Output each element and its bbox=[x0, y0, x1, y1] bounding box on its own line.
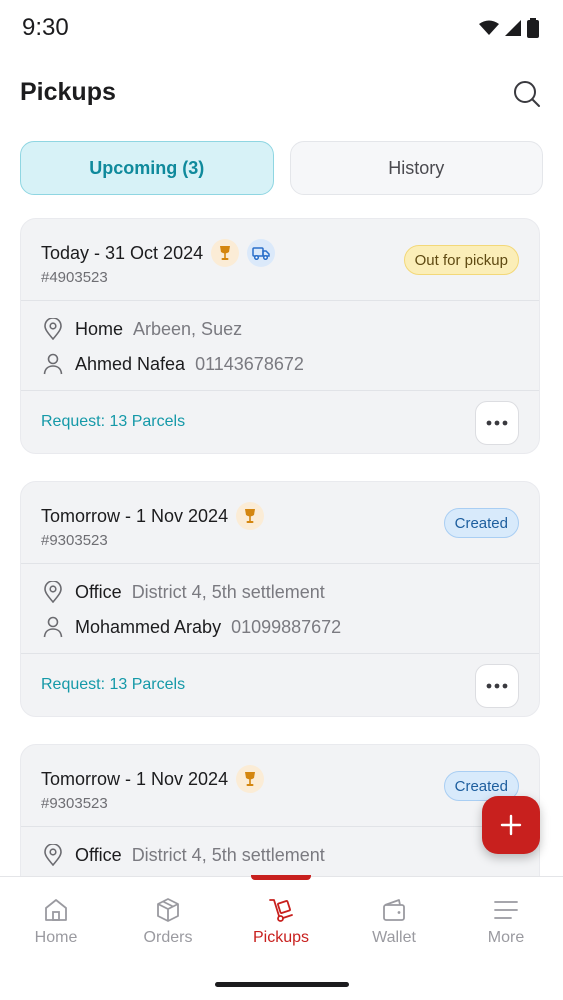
location-pin-icon bbox=[41, 317, 65, 341]
more-options-button[interactable] bbox=[475, 664, 519, 708]
request-link[interactable]: Request: 13 Parcels bbox=[41, 413, 185, 431]
pickup-card[interactable]: Today - 31 Oct 2024 #4903523 Out for pic… bbox=[20, 218, 540, 454]
location-type: Home bbox=[75, 318, 124, 339]
ellipsis-icon bbox=[486, 420, 508, 426]
contact-row: Ahmed Nafea 01143678672 bbox=[41, 352, 304, 376]
box-icon bbox=[157, 898, 179, 922]
address-text: District 4, 5th settlement bbox=[131, 844, 325, 865]
tab-upcoming[interactable]: Upcoming (3) bbox=[20, 141, 274, 195]
tab-history[interactable]: History bbox=[289, 141, 543, 195]
fragile-icon bbox=[236, 502, 265, 530]
nav-label: Wallet bbox=[372, 929, 416, 946]
phone-number[interactable]: 01099887672 bbox=[231, 617, 341, 638]
nav-wallet[interactable]: Wallet bbox=[338, 897, 450, 947]
address-row: Home Arbeen, Suez bbox=[41, 317, 242, 341]
card-footer: Request: 13 Parcels bbox=[21, 654, 539, 718]
hand-truck-icon bbox=[269, 899, 293, 922]
menu-icon bbox=[494, 901, 518, 919]
add-pickup-button[interactable] bbox=[482, 796, 540, 854]
card-date-row: Tomorrow - 1 Nov 2024 bbox=[41, 765, 265, 793]
phone-number[interactable]: 01143678672 bbox=[195, 354, 304, 375]
home-icon bbox=[45, 899, 67, 921]
nav-orders[interactable]: Orders bbox=[112, 897, 224, 947]
signal-icon bbox=[505, 20, 521, 36]
location-type: Office bbox=[75, 581, 122, 602]
active-tab-indicator bbox=[251, 875, 311, 880]
wallet-icon bbox=[383, 899, 405, 921]
location-pin-icon bbox=[41, 843, 65, 867]
nav-home[interactable]: Home bbox=[0, 897, 112, 947]
card-date-row: Today - 31 Oct 2024 bbox=[41, 239, 276, 267]
status-badge: Out for pickup bbox=[403, 245, 519, 275]
truck-icon bbox=[247, 239, 276, 267]
card-details: Home Arbeen, Suez Ahmed Nafea 0114367867… bbox=[21, 301, 539, 391]
card-header: Tomorrow - 1 Nov 2024 #9303523 Created bbox=[21, 745, 539, 827]
nav-label: Home bbox=[34, 929, 78, 946]
status-bar: 9:30 bbox=[0, 0, 563, 56]
plus-icon bbox=[500, 814, 522, 836]
battery-icon bbox=[527, 18, 539, 38]
home-indicator[interactable] bbox=[215, 982, 349, 987]
nav-more[interactable]: More bbox=[450, 897, 562, 947]
ellipsis-icon bbox=[486, 683, 508, 689]
nav-label: More bbox=[487, 929, 525, 946]
nav-label: Orders bbox=[143, 929, 193, 946]
pickup-card[interactable]: Tomorrow - 1 Nov 2024 #9303523 Created O… bbox=[20, 481, 540, 717]
location-pin-icon bbox=[41, 580, 65, 604]
header: Pickups bbox=[0, 70, 563, 118]
pickup-id: #9303523 bbox=[41, 795, 108, 812]
nav-label: Pickups bbox=[252, 929, 310, 946]
person-icon bbox=[41, 615, 65, 639]
tab-bar: Upcoming (3) History bbox=[20, 141, 543, 195]
pickup-date: Tomorrow - 1 Nov 2024 bbox=[41, 505, 229, 526]
nav-pickups[interactable]: Pickups bbox=[225, 897, 337, 947]
card-header: Today - 31 Oct 2024 #4903523 Out for pic… bbox=[21, 219, 539, 301]
address-text: Arbeen, Suez bbox=[133, 318, 243, 339]
pickup-date: Today - 31 Oct 2024 bbox=[41, 242, 204, 263]
contact-row: Mohammed Araby 01099887672 bbox=[41, 615, 341, 639]
card-details: Office District 4, 5th settlement Mohamm… bbox=[21, 564, 539, 654]
card-date-row: Tomorrow - 1 Nov 2024 bbox=[41, 502, 265, 530]
contact-name: Mohammed Araby bbox=[75, 616, 222, 637]
fragile-icon bbox=[211, 239, 240, 267]
search-button[interactable] bbox=[509, 76, 545, 112]
wifi-icon bbox=[479, 20, 499, 35]
person-icon bbox=[41, 352, 65, 376]
pickup-date: Tomorrow - 1 Nov 2024 bbox=[41, 768, 229, 789]
status-badge: Created bbox=[443, 508, 519, 538]
pickup-id: #4903523 bbox=[41, 269, 108, 286]
request-link[interactable]: Request: 13 Parcels bbox=[41, 676, 185, 694]
address-row: Office District 4, 5th settlement bbox=[41, 580, 325, 604]
contact-name: Ahmed Nafea bbox=[75, 353, 186, 374]
card-footer: Request: 13 Parcels bbox=[21, 391, 539, 455]
search-icon bbox=[514, 81, 540, 107]
status-icons bbox=[479, 18, 539, 38]
location-type: Office bbox=[75, 844, 122, 865]
address-row: Office District 4, 5th settlement bbox=[41, 843, 325, 867]
pickup-id: #9303523 bbox=[41, 532, 108, 549]
address-text: District 4, 5th settlement bbox=[131, 581, 325, 602]
status-time: 9:30 bbox=[22, 14, 69, 41]
more-options-button[interactable] bbox=[475, 401, 519, 445]
page-title: Pickups bbox=[20, 78, 116, 106]
card-header: Tomorrow - 1 Nov 2024 #9303523 Created bbox=[21, 482, 539, 564]
fragile-icon bbox=[236, 765, 265, 793]
